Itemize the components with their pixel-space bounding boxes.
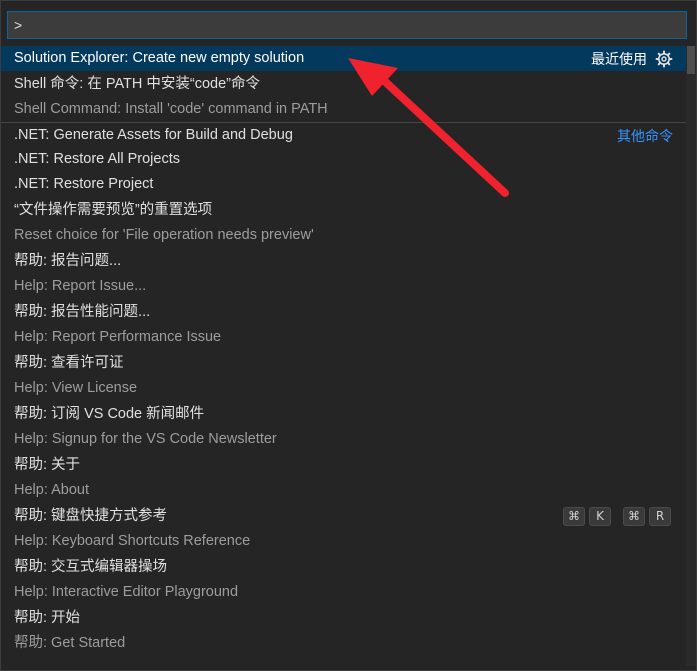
key-r: R [649,507,671,526]
command-label: Shell 命令: 在 PATH 中安装“code”命令 [14,76,261,92]
command-detail: Help: View License [14,380,138,396]
gear-icon[interactable] [655,50,673,68]
command-label: 帮助: 查看许可证 [14,355,124,371]
command-palette: Solution Explorer: Create new empty solu… [0,0,697,671]
command-item-dotnet-restore-all[interactable]: .NET: Restore All Projects [1,147,688,172]
command-label: .NET: Generate Assets for Build and Debu… [14,127,293,143]
command-item-view-license[interactable]: 帮助: 查看许可证 Help: View License [1,350,688,401]
command-detail: Help: Signup for the VS Code Newsletter [14,431,277,447]
scrollbar-thumb[interactable] [687,46,695,74]
command-detail: Reset choice for 'File operation needs p… [14,227,314,243]
command-item-report-issue[interactable]: 帮助: 报告问题... Help: Report Issue... [1,248,688,299]
command-key-icon: ⌘ [623,507,645,526]
other-commands-badge: 其他命令 [617,127,673,144]
command-item-report-performance[interactable]: 帮助: 报告性能问题... Help: Report Performance I… [1,299,688,350]
command-detail: Help: Report Performance Issue [14,329,222,345]
command-detail: Help: Report Issue... [14,278,147,294]
command-item-keyboard-shortcuts[interactable]: 帮助: 键盘快捷方式参考 Help: Keyboard Shortcuts Re… [1,503,688,554]
command-label: 帮助: 报告问题... [14,253,122,269]
command-detail: Shell Command: Install 'code' command in… [14,101,328,117]
command-item-reset-file-op-preview[interactable]: “文件操作需要预览”的重置选项 Reset choice for 'File o… [1,197,688,248]
command-item-about[interactable]: 帮助: 关于 Help: About [1,452,688,503]
command-item-get-started[interactable]: 帮助: 开始 帮助: Get Started [1,605,688,656]
command-label: 帮助: 关于 [14,457,81,473]
recently-used-group: 最近使用 [591,46,673,71]
command-item-install-code-path[interactable]: Shell 命令: 在 PATH 中安装“code”命令 Shell Comma… [1,71,688,122]
command-item-create-empty-solution[interactable]: Solution Explorer: Create new empty solu… [1,46,688,71]
scrollbar[interactable] [686,46,696,666]
command-detail: Help: About [14,482,89,498]
command-input-box[interactable] [7,11,687,39]
command-label: .NET: Restore Project [14,176,154,192]
command-label: Solution Explorer: Create new empty solu… [14,50,305,66]
command-detail: Help: Interactive Editor Playground [14,584,239,600]
recently-used-badge: 最近使用 [591,50,647,67]
command-label: 帮助: 报告性能问题... [14,304,151,320]
command-input[interactable] [8,12,686,38]
command-label: 帮助: 开始 [14,610,81,626]
command-key-icon: ⌘ [563,507,585,526]
command-item-dotnet-generate-assets[interactable]: .NET: Generate Assets for Build and Debu… [1,122,688,147]
key-k: K [589,507,611,526]
command-detail: Help: Keyboard Shortcuts Reference [14,533,251,549]
other-commands-group: 其他命令 [617,123,673,148]
command-label: 帮助: 订阅 VS Code 新闻邮件 [14,406,205,422]
command-label: .NET: Restore All Projects [14,151,180,167]
command-item-editor-playground[interactable]: 帮助: 交互式编辑器操场 Help: Interactive Editor Pl… [1,554,688,605]
command-item-newsletter[interactable]: 帮助: 订阅 VS Code 新闻邮件 Help: Signup for the… [1,401,688,452]
command-item-dotnet-restore-project[interactable]: .NET: Restore Project [1,172,688,197]
command-detail: 帮助: Get Started [14,635,126,651]
command-label: “文件操作需要预览”的重置选项 [14,202,213,218]
command-label: 帮助: 交互式编辑器操场 [14,559,168,575]
command-list: Solution Explorer: Create new empty solu… [1,46,688,656]
keybinding: ⌘ K ⌘ R [563,507,671,526]
